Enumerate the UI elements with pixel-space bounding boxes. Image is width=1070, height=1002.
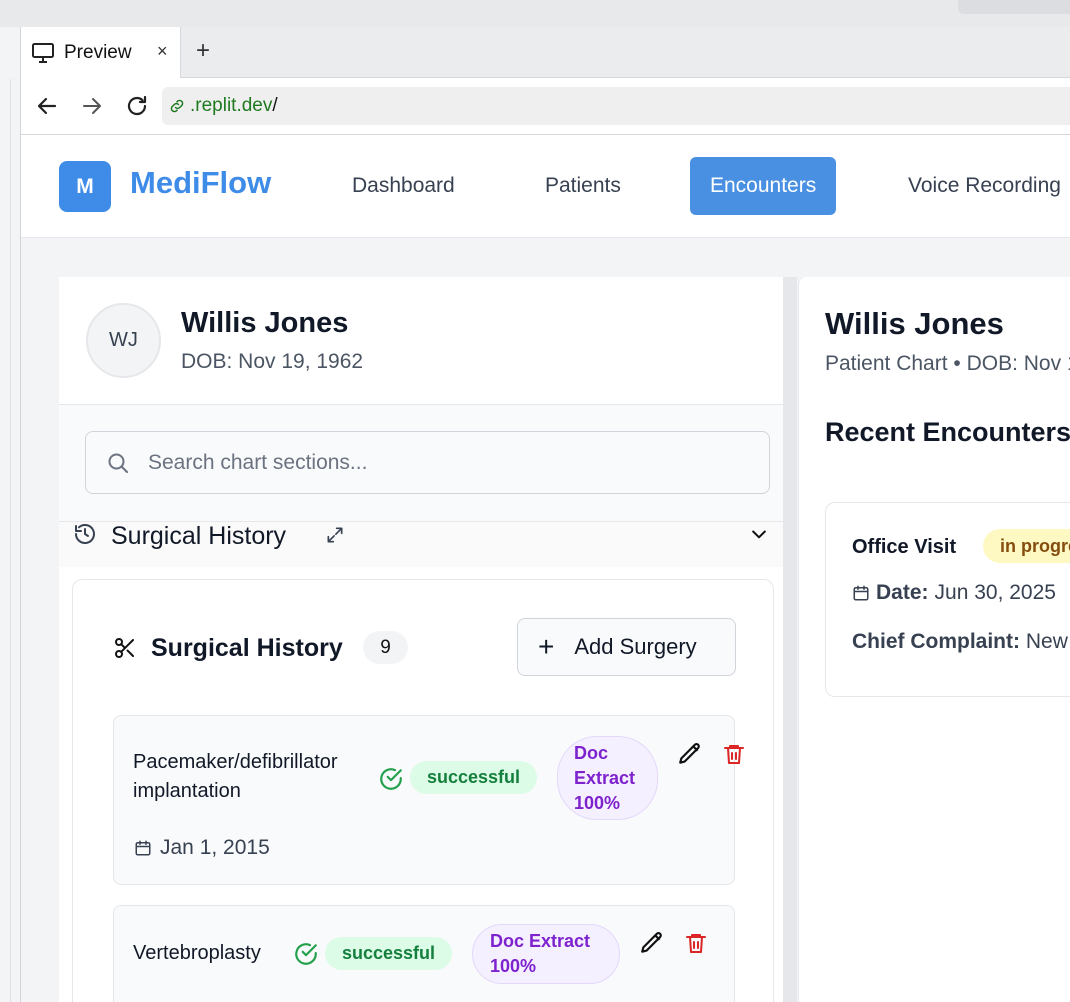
app-header: M MediFlow Dashboard Patients Encounters… [21,135,1070,238]
patient-chart-panel: WJ Willis Jones DOB: Nov 19, 1962 Surgic… [59,277,783,1002]
search-icon [108,453,128,473]
edit-pencil-icon[interactable] [639,930,665,956]
count-badge: 9 [363,631,408,664]
url-field[interactable]: .replit.dev / [162,87,1070,125]
monitor-icon [32,42,54,63]
plus-icon: + [538,631,555,662]
summary-subtitle: Patient Chart • DOB: Nov 19, 1962 [825,352,1070,375]
close-tab-icon[interactable]: × [157,41,168,62]
patient-summary-panel: Willis Jones Patient Chart • DOB: Nov 19… [798,277,1070,1002]
search-area [59,405,783,521]
panel-scrollbar[interactable] [783,277,797,1002]
chevron-down-icon[interactable] [749,524,769,544]
card-title: Surgical History [151,634,343,662]
window-control-stub [958,0,1070,14]
app-brand[interactable]: MediFlow [130,165,271,201]
surgery-date: Jan 1, 2015 [134,836,270,860]
edit-pencil-icon[interactable] [677,741,703,767]
surgery-name: Pacemaker/defibrillator implantation [133,751,338,802]
encounter-card[interactable]: Office Visit in progress Date:Jun 30, 20… [825,502,1070,697]
list-item[interactable]: Pacemaker/defibrillator implantation suc… [113,715,744,885]
list-item[interactable]: Vertebroplasty successful Doc Extract 10… [113,905,735,1002]
browser-tab-label: Preview [64,41,132,63]
check-circle-icon [380,768,402,790]
chief-complaint: Chief Complaint: New [852,630,1068,653]
search-field[interactable] [85,431,770,494]
expand-icon[interactable] [325,525,345,545]
nav-voice-recording[interactable]: Voice Recording [888,157,1070,215]
url-host: .replit.dev [190,95,273,116]
back-arrow-icon[interactable] [35,94,59,118]
encounter-date: Date: Jun 30, 2025 [852,581,1056,605]
add-surgery-label: Add Surgery [574,634,697,659]
encounter-status-badge: in progress [983,529,1070,563]
surgical-history-card: Surgical History 9 + Add Surgery Pacemak… [72,579,774,1002]
doc-extract-badge: Doc Extract 100% [472,924,620,984]
trash-icon[interactable] [722,742,746,766]
calendar-icon [853,585,869,601]
browser-tab-preview[interactable]: Preview × [21,27,181,78]
patient-dob: DOB: Nov 19, 1962 [181,350,364,373]
nav-dashboard[interactable]: Dashboard [332,157,475,215]
patient-name: Willis Jones [181,307,349,339]
window-titlebar [0,0,1070,27]
encounter-type: Office Visit [852,536,957,558]
avatar: WJ [86,303,161,378]
surgery-name: Vertebroplasty [133,942,261,964]
doc-extract-badge: Doc Extract 100% [557,736,658,820]
trash-icon[interactable] [684,931,708,955]
forward-arrow-icon[interactable] [80,94,104,118]
sidebar-gutter [0,27,21,1002]
calendar-icon [135,840,151,856]
nav-patients[interactable]: Patients [525,157,641,215]
main-content: WJ Willis Jones DOB: Nov 19, 1962 Surgic… [21,238,1070,1002]
link-icon [170,99,184,113]
check-circle-icon [295,943,317,965]
address-bar-row: .replit.dev / [21,78,1070,135]
app-logo[interactable]: M [59,161,111,212]
summary-patient-name: Willis Jones [825,306,1004,341]
recent-encounters-heading: Recent Encounters [825,417,1070,447]
search-input[interactable] [148,450,708,475]
scissors-icon [115,638,134,658]
section-title: Surgical History [111,522,287,550]
section-header-surgical-history[interactable]: Surgical History [59,521,783,567]
status-badge: successful [325,937,453,970]
reload-icon[interactable] [125,94,149,118]
browser-tabbar: Preview × + [21,27,1070,78]
new-tab-button[interactable]: + [196,37,210,65]
nav-encounters[interactable]: Encounters [690,157,837,215]
url-path: / [272,95,278,116]
add-surgery-button[interactable]: + Add Surgery [517,618,736,676]
status-badge: successful [410,761,538,794]
history-icon [75,524,95,544]
card-header: Surgical History 9 + Add Surgery [113,618,737,678]
patient-header: WJ Willis Jones DOB: Nov 19, 1962 [59,277,783,405]
